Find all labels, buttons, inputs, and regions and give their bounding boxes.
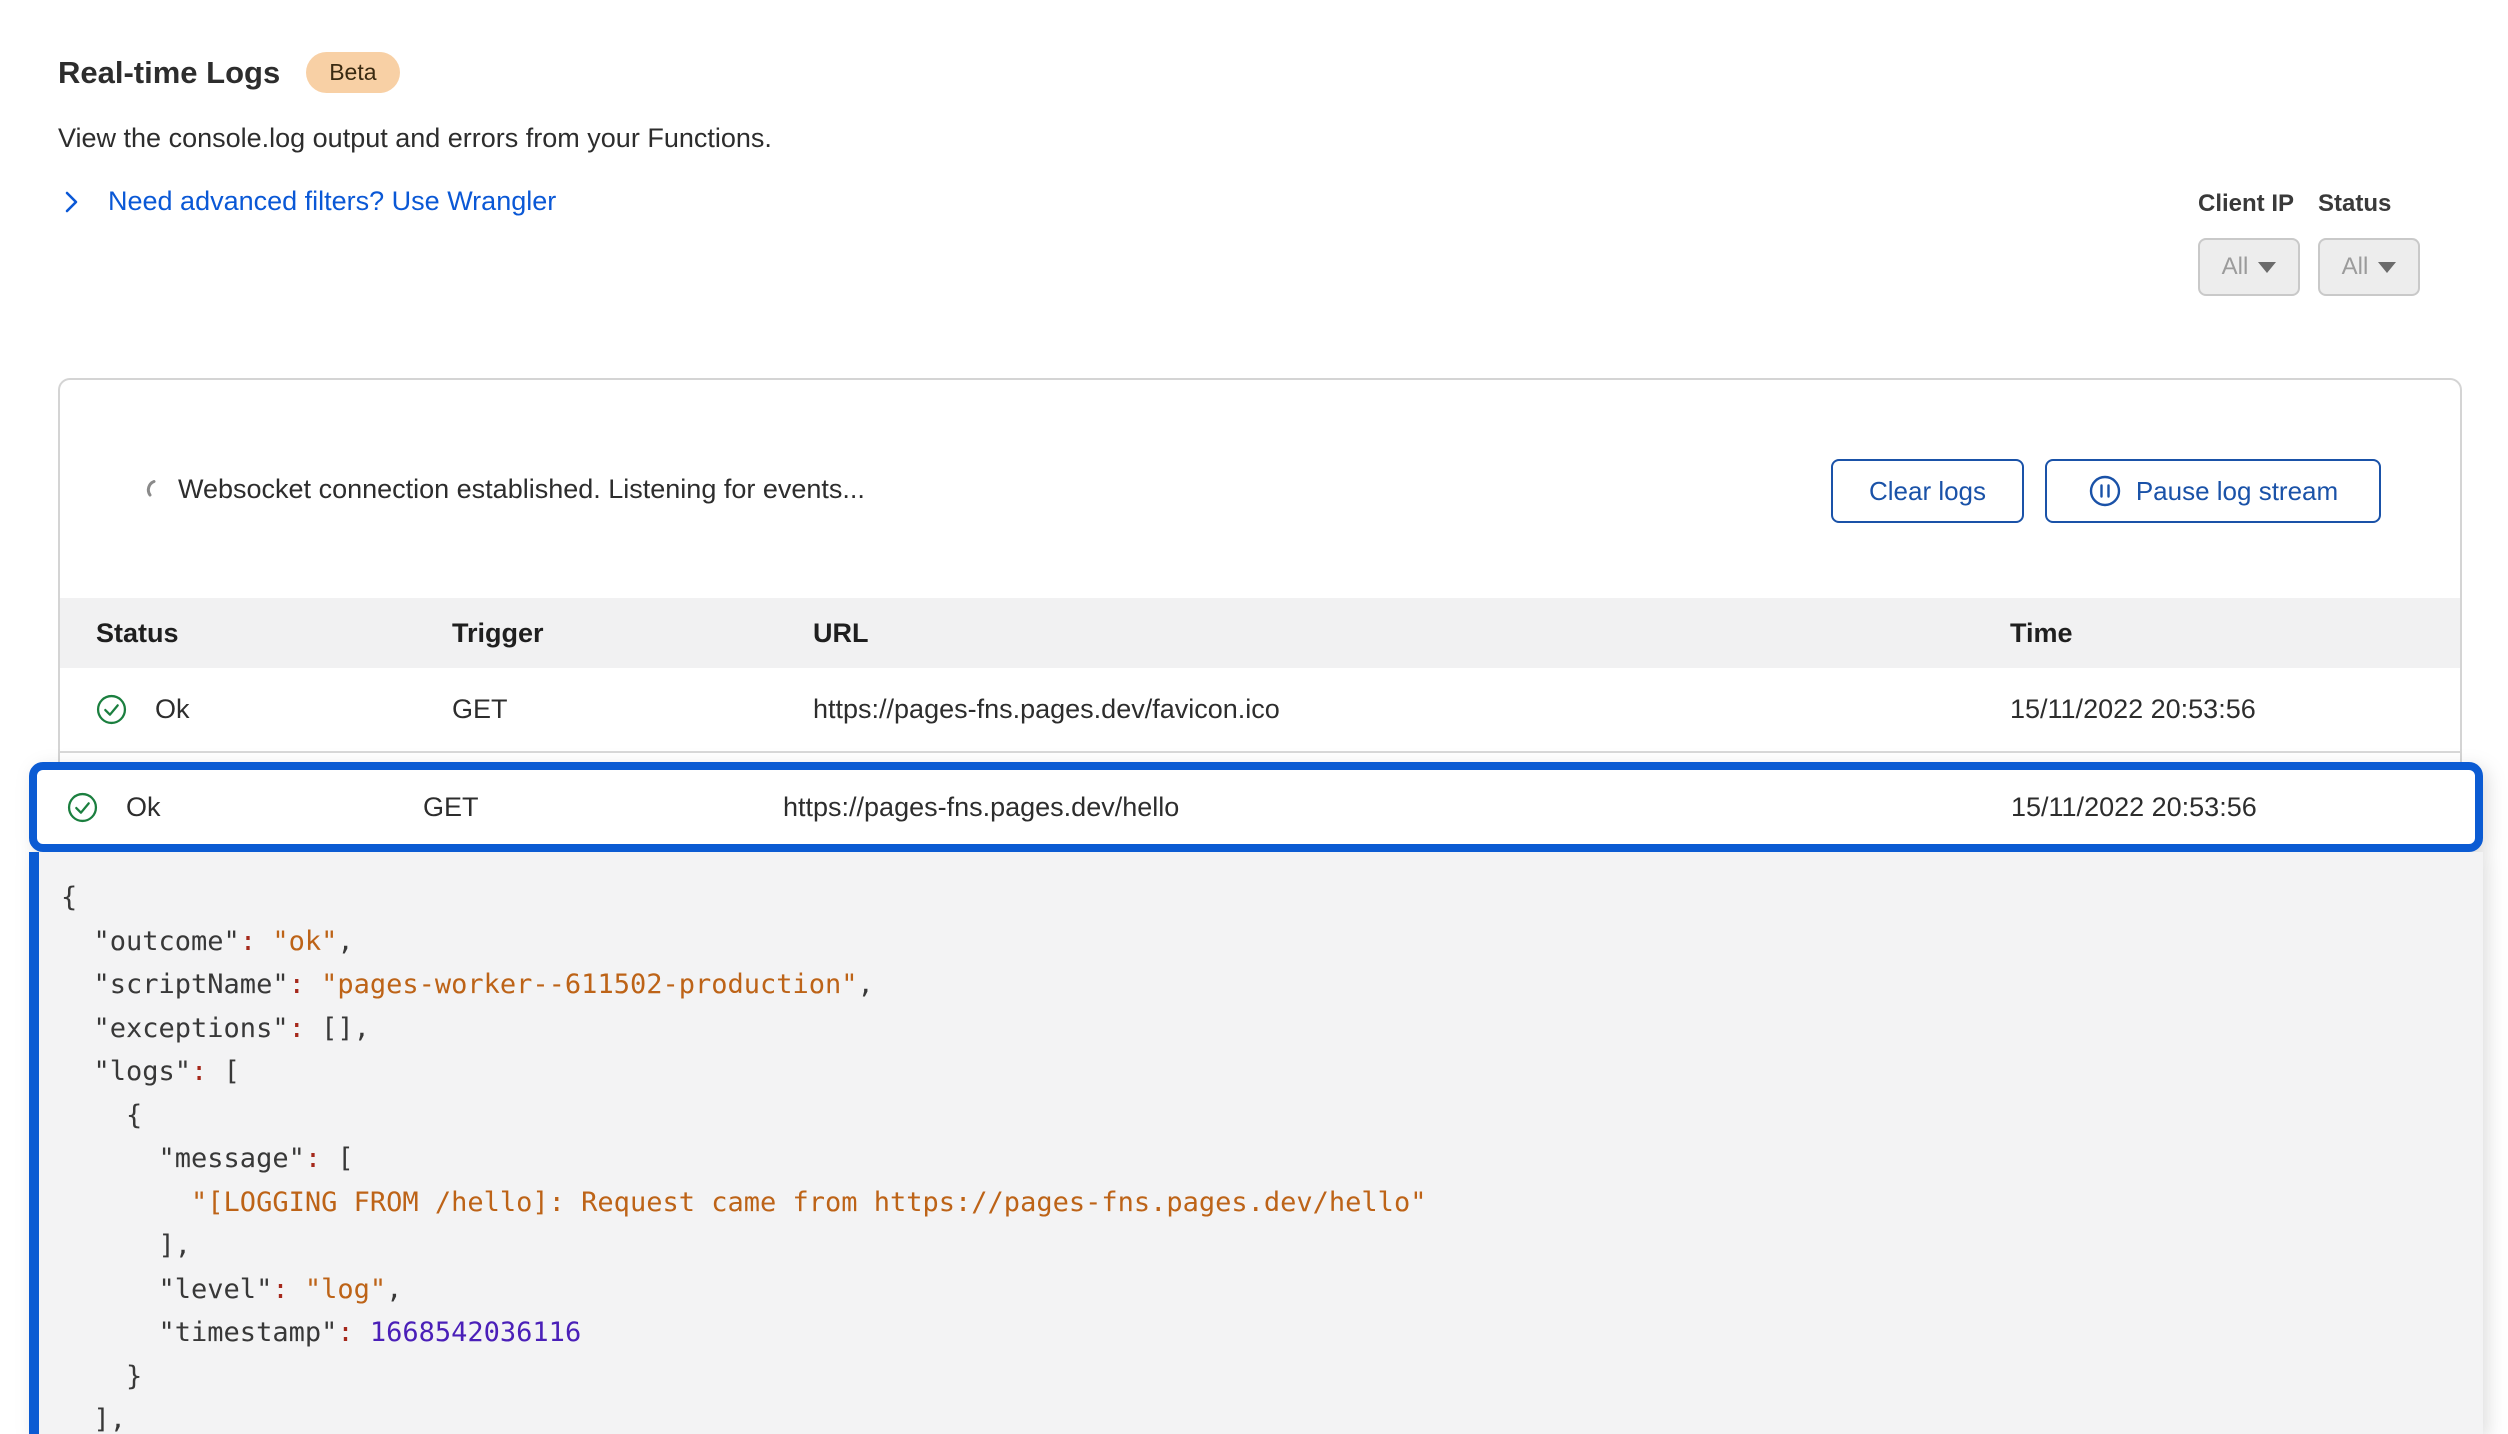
wrangler-link[interactable]: Need advanced filters? Use Wrangler (58, 186, 772, 217)
client-ip-value: All (2222, 253, 2249, 281)
clear-logs-button[interactable]: Clear logs (1831, 459, 2024, 523)
row-trigger: GET (452, 694, 813, 725)
row-time: 15/11/2022 20:53:56 (2010, 694, 2460, 725)
row-status: Ok (126, 792, 161, 823)
log-detail-code: { "outcome": "ok", "scriptName": "pages-… (61, 876, 2483, 1434)
beta-badge: Beta (306, 52, 399, 93)
caret-down-icon (2378, 262, 2396, 273)
row-trigger: GET (423, 792, 783, 823)
log-detail-panel: { "outcome": "ok", "scriptName": "pages-… (29, 852, 2483, 1434)
page-header: Real-time Logs Beta View the console.log… (58, 52, 772, 217)
status-value: All (2342, 253, 2369, 281)
pause-log-stream-label: Pause log stream (2136, 476, 2338, 507)
row-url: https://pages-fns.pages.dev/favicon.ico (813, 694, 2010, 725)
column-status: Status (96, 618, 452, 649)
pause-log-stream-button[interactable]: Pause log stream (2045, 459, 2381, 523)
wrangler-link-label: Need advanced filters? Use Wrangler (108, 186, 556, 217)
log-table-header: Status Trigger URL Time (60, 598, 2460, 668)
pause-circle-icon (2088, 474, 2122, 508)
status-label: Status (2318, 190, 2420, 218)
status-dropdown[interactable]: All (2318, 238, 2420, 296)
page-subtitle: View the console.log output and errors f… (58, 123, 772, 154)
log-row-hello-selected[interactable]: Ok GET https://pages-fns.pages.dev/hello… (29, 762, 2483, 852)
page-title: Real-time Logs (58, 55, 280, 91)
check-circle-icon (96, 694, 127, 725)
chevron-right-icon (58, 188, 84, 216)
row-time: 15/11/2022 20:53:56 (2011, 792, 2475, 823)
column-time: Time (2010, 618, 2460, 649)
clear-logs-label: Clear logs (1869, 476, 1986, 507)
row-url: https://pages-fns.pages.dev/hello (783, 792, 2011, 823)
column-trigger: Trigger (452, 618, 813, 649)
filters: Client IP All Status All (2198, 190, 2420, 296)
websocket-status-bar: Websocket connection established. Listen… (60, 380, 2460, 598)
check-circle-icon (67, 792, 98, 823)
websocket-status-message: Websocket connection established. Listen… (178, 474, 865, 505)
column-url: URL (813, 618, 2010, 649)
client-ip-dropdown[interactable]: All (2198, 238, 2300, 296)
caret-down-icon (2258, 262, 2276, 273)
row-status: Ok (155, 694, 190, 725)
expanded-log-entry: Ok GET https://pages-fns.pages.dev/hello… (29, 762, 2483, 1434)
client-ip-label: Client IP (2198, 190, 2300, 218)
spinner-icon (144, 477, 168, 501)
log-row-favicon[interactable]: Ok GET https://pages-fns.pages.dev/favic… (60, 668, 2460, 753)
